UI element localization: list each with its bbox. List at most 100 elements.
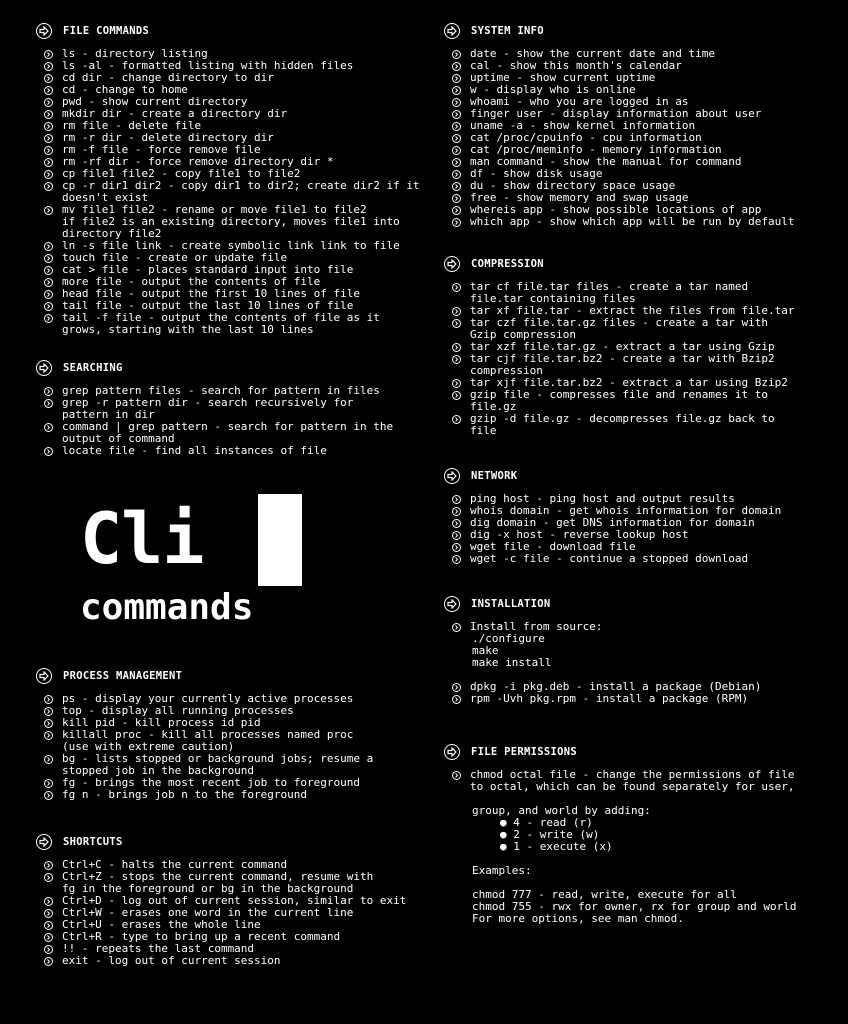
list-item: exit - log out of current session (36, 955, 446, 967)
list-item: wget -c file - continue a stopped downlo… (444, 553, 844, 565)
command-text: tar cf file.tar files - create a tar nam… (470, 280, 749, 305)
logo-title: Cli (80, 498, 204, 580)
section-title: SEARCHING (63, 362, 123, 374)
list-item: Ctrl+Z - stops the current command, resu… (36, 871, 446, 895)
chevron-right-circle-icon (44, 109, 53, 119)
list-item: fg n - brings job n to the foreground (36, 789, 446, 801)
chevron-right-circle-icon (44, 85, 53, 95)
chevron-right-circle-icon (44, 730, 53, 740)
chevron-right-circle-icon (44, 872, 53, 882)
chevron-right-circle-icon (44, 790, 53, 800)
chevron-right-circle-icon (44, 920, 53, 930)
chevron-right-circle-icon (44, 169, 53, 179)
arrow-right-circle-icon (444, 256, 460, 272)
list-item: gzip file - compresses file and renames … (444, 389, 844, 413)
command-text: command | grep pattern - search for patt… (62, 420, 394, 445)
arrow-right-circle-icon (444, 468, 460, 484)
chevron-right-circle-icon (452, 354, 461, 364)
command-text: killall proc - kill all processes named … (62, 728, 354, 753)
chevron-right-circle-icon (452, 157, 461, 167)
chevron-right-circle-icon (452, 318, 461, 328)
file-commands-section: FILE COMMANDS ls - directory listing ls -… (36, 22, 446, 336)
chevron-right-circle-icon (452, 181, 461, 191)
list-item: tail -f file - output the contents of fi… (36, 312, 446, 336)
section-title: PROCESS MANAGEMENT (63, 670, 183, 682)
list-item: tar cf file.tar files - create a tar nam… (444, 281, 844, 305)
cursor-block (258, 494, 302, 586)
command-list: ping host - ping host and output results… (444, 493, 844, 565)
chevron-right-circle-icon (44, 718, 53, 728)
command-text: exit - log out of current session (62, 954, 281, 967)
command-text: bg - lists stopped or background jobs; r… (62, 752, 374, 777)
chevron-right-circle-icon (452, 61, 461, 71)
command-text: locate file - find all instances of file (62, 444, 327, 457)
command-text: fg n - brings job n to the foreground (62, 788, 308, 801)
chevron-right-circle-icon (452, 217, 461, 227)
list-item: killall proc - kill all processes named … (36, 729, 446, 753)
list-item: rpm -Uvh pkg.rpm - install a package (RP… (444, 693, 844, 705)
arrow-right-circle-icon (36, 668, 52, 684)
chevron-right-circle-icon (452, 49, 461, 59)
chevron-right-circle-icon (44, 145, 53, 155)
command-text: tar czf file.tar.gz files - create a tar… (470, 316, 769, 341)
section-header: INSTALLATION (444, 595, 844, 613)
chevron-right-circle-icon (452, 694, 461, 704)
chevron-right-circle-icon (44, 860, 53, 870)
arrow-right-circle-icon (444, 23, 460, 39)
dot-bullet: ● (500, 840, 514, 853)
system-info-section: SYSTEM INFO date - show the current date… (444, 22, 844, 228)
chevron-right-circle-icon (452, 306, 461, 316)
install-step: ./configure (472, 632, 545, 645)
chevron-right-circle-icon (44, 398, 53, 408)
chevron-right-circle-icon (452, 169, 461, 179)
logo-subtitle: commands (80, 587, 254, 628)
command-text: rpm -Uvh pkg.rpm - install a package (RP… (470, 692, 749, 705)
chevron-right-circle-icon (452, 97, 461, 107)
arrow-right-circle-icon (444, 744, 460, 760)
command-text: wget -c file - continue a stopped downlo… (470, 552, 749, 565)
command-text: gzip -d file.gz - decompresses file.gz b… (470, 412, 775, 437)
command-list: dpkg -i pkg.deb - install a package (Deb… (444, 681, 844, 705)
file-permissions-section: FILE PERMISSIONS chmod octal file - chan… (444, 743, 844, 925)
shortcuts-section: SHORTCUTS Ctrl+C - halts the current com… (36, 833, 446, 967)
cli-commands-logo: Cli commands (80, 492, 320, 642)
command-text: Ctrl+Z - stops the current command, resu… (62, 870, 374, 895)
chevron-right-circle-icon (44, 956, 53, 966)
arrow-right-circle-icon (36, 360, 52, 376)
chevron-right-circle-icon (452, 414, 461, 424)
chevron-right-circle-icon (452, 85, 461, 95)
chevron-right-circle-icon (452, 193, 461, 203)
chevron-right-circle-icon (452, 554, 461, 564)
section-header: SEARCHING (36, 359, 446, 377)
list-item: mv file1 file2 - rename or move file1 to… (36, 204, 446, 240)
chevron-right-circle-icon (44, 944, 53, 954)
chevron-right-circle-icon (452, 73, 461, 83)
command-text: cp -r dir1 dir2 - copy dir1 to dir2; cre… (62, 179, 420, 204)
chevron-right-circle-icon (452, 622, 461, 632)
list-item: locate file - find all instances of file (36, 445, 446, 457)
chevron-right-circle-icon (44, 157, 53, 167)
chevron-right-circle-icon (44, 121, 53, 131)
chevron-right-circle-icon (452, 133, 461, 143)
list-item: which app - show which app will be run b… (444, 216, 844, 228)
chevron-right-circle-icon (44, 241, 53, 251)
chevron-right-circle-icon (44, 181, 53, 191)
chevron-right-circle-icon (452, 506, 461, 516)
example-line: For more options, see man chmod. (472, 912, 684, 925)
process-management-section: PROCESS MANAGEMENT ps - display your cur… (36, 667, 446, 801)
chevron-right-circle-icon (452, 390, 461, 400)
chevron-right-circle-icon (44, 908, 53, 918)
command-text: gzip file - compresses file and renames … (470, 388, 769, 413)
list-item: bg - lists stopped or background jobs; r… (36, 753, 446, 777)
command-text: mv file1 file2 - rename or move file1 to… (62, 203, 400, 240)
chevron-right-circle-icon (44, 386, 53, 396)
section-header: FILE PERMISSIONS (444, 743, 844, 761)
chevron-right-circle-icon (452, 770, 461, 780)
chevron-right-circle-icon (44, 754, 53, 764)
chmod-intro: chmod octal file - change the permission… (470, 768, 795, 793)
arrow-right-circle-icon (36, 23, 52, 39)
installation-section: INSTALLATION Install from source: ./conf… (444, 595, 844, 705)
chevron-right-circle-icon (44, 301, 53, 311)
chevron-right-circle-icon (44, 289, 53, 299)
section-title: COMPRESSION (471, 258, 544, 270)
